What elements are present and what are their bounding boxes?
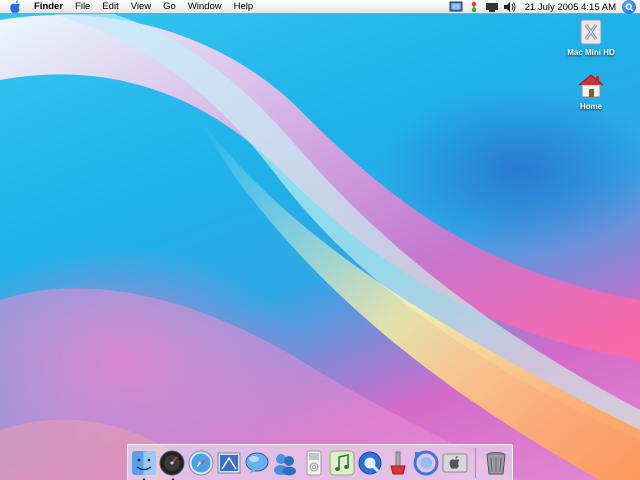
apple-icon[interactable]	[8, 0, 22, 14]
menu-help[interactable]: Help	[228, 0, 260, 14]
dock-separator	[474, 447, 476, 478]
dock-item-dashboard[interactable]	[159, 448, 186, 480]
dock-item-ichat[interactable]	[243, 448, 270, 478]
quicktime-icon	[358, 451, 382, 474]
utility-icon	[390, 451, 406, 474]
menu-window[interactable]: Window	[182, 0, 228, 14]
trash-icon	[486, 451, 506, 474]
dock-item-ipod[interactable]	[300, 448, 327, 478]
dock-item-addressbook[interactable]	[272, 448, 299, 478]
finder-icon	[132, 450, 157, 475]
hard-drive-icon	[580, 19, 602, 45]
menu-clock[interactable]: 21 July 2005 4:15 AM	[519, 2, 622, 13]
display-icon[interactable]	[449, 1, 463, 13]
menu-view[interactable]: View	[125, 0, 157, 14]
dashboard-icon	[159, 450, 185, 475]
ichat-icon	[245, 452, 269, 474]
dock-item-quicktime[interactable]	[356, 448, 383, 478]
addressbook-icon	[274, 453, 297, 475]
system-preferences-icon	[442, 453, 468, 472]
menu-go[interactable]: Go	[157, 0, 182, 14]
menu-file[interactable]: File	[69, 0, 96, 14]
spotlight-icon[interactable]	[622, 0, 636, 14]
safari-icon	[188, 450, 214, 475]
desktop-icon-mac-mini-hd[interactable]: Mac Mini HD	[556, 18, 626, 57]
desktop-wallpaper	[0, 0, 640, 480]
dock-item-finder[interactable]	[130, 448, 157, 480]
dock-item-mail[interactable]	[215, 448, 242, 478]
dock	[127, 444, 513, 480]
dock-item-sync[interactable]	[413, 448, 440, 478]
sync-icon	[413, 450, 439, 475]
menu-finder[interactable]: Finder	[28, 0, 69, 14]
menu-bar: Finder File Edit View Go Window Help 21 …	[0, 0, 640, 14]
home-icon	[578, 74, 604, 98]
desktop-icon-label: Home	[579, 102, 603, 111]
desktop-icon-label: Mac Mini HD	[567, 48, 615, 57]
dock-item-itunes[interactable]	[328, 448, 355, 478]
desktop-icon-home[interactable]: Home	[556, 72, 626, 111]
itunes-icon	[329, 450, 355, 475]
dock-item-safari[interactable]	[187, 448, 214, 478]
battery-icon[interactable]	[485, 1, 499, 13]
mail-icon	[217, 452, 241, 473]
dock-item-trash[interactable]	[482, 448, 509, 478]
menu-edit[interactable]: Edit	[96, 0, 124, 14]
volume-icon[interactable]	[503, 1, 517, 13]
dock-item-utility[interactable]	[385, 448, 412, 478]
network-icon[interactable]	[467, 1, 481, 13]
dock-item-system-preferences[interactable]	[441, 448, 468, 478]
menu-extras: 21 July 2005 4:15 AM	[447, 0, 640, 14]
ipod-icon	[306, 450, 322, 475]
